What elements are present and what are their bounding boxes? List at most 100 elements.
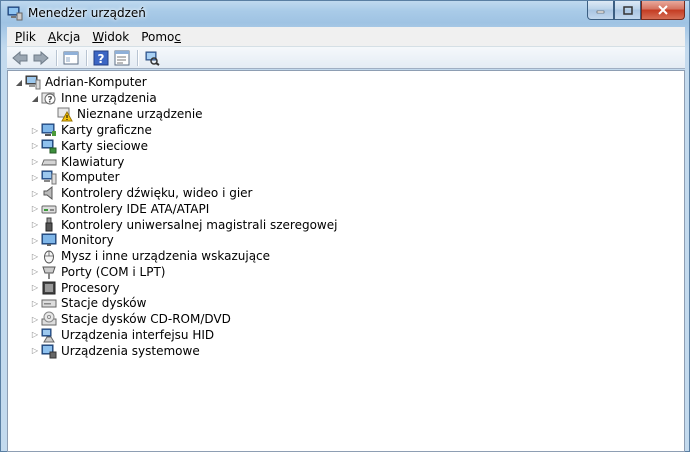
scan-hardware-button[interactable]	[142, 49, 162, 67]
tree-category-item[interactable]: ▷ Stacje dysków	[30, 295, 147, 311]
tree-category-label: Monitory	[61, 233, 114, 248]
title-bar[interactable]: Menedżer urządzeń	[1, 1, 689, 25]
processor-icon	[41, 280, 57, 296]
collapsed-arrow-icon[interactable]: ▷	[30, 185, 40, 201]
tree-category-label: Procesory	[61, 280, 120, 295]
scan-hardware-icon	[145, 51, 160, 66]
collapsed-arrow-icon[interactable]: ▷	[30, 327, 40, 343]
collapsed-arrow-icon[interactable]: ▷	[30, 295, 40, 311]
port-icon	[41, 264, 57, 280]
collapsed-arrow-icon[interactable]: ▷	[30, 311, 40, 327]
keyboard-icon	[41, 154, 57, 170]
svg-text:?: ?	[47, 96, 52, 106]
tree-category-item[interactable]: ▷ Kontrolery dźwięku, wideo i gier	[30, 185, 253, 201]
speaker-icon	[41, 185, 57, 201]
forward-button[interactable]	[31, 49, 51, 67]
tree-category-item[interactable]: ▷ Klawiatury	[30, 154, 125, 170]
device-manager-icon	[7, 5, 23, 21]
unknown-device-category-icon: ?	[41, 90, 57, 106]
tree-category-label: Stacje dysków CD-ROM/DVD	[61, 312, 231, 326]
monitor-icon	[41, 232, 57, 248]
tree-category-label: Kontrolery dźwięku, wideo i gier	[61, 186, 253, 200]
properties-icon	[114, 50, 130, 65]
back-button[interactable]	[10, 49, 30, 67]
expanded-arrow-icon[interactable]: ◢	[30, 90, 40, 106]
tree-category-label: Klawiatury	[61, 154, 125, 169]
menu-file[interactable]: Plik	[9, 30, 42, 44]
menu-action[interactable]: Akcja	[42, 30, 86, 44]
tree-item-unknown-device[interactable]: Nieznane urządzenie	[46, 106, 204, 122]
tree-category-label: Urządzenia systemowe	[61, 343, 200, 358]
tree-category-label: Karty graficzne	[61, 123, 152, 137]
menu-help[interactable]: Pomoc	[135, 30, 187, 44]
window-title: Menedżer urządzeń	[28, 6, 146, 20]
close-button[interactable]	[641, 1, 685, 20]
computer-icon	[41, 169, 57, 185]
tree-root[interactable]: ◢ Adrian-Komputer	[14, 74, 148, 90]
device-tree[interactable]: ◢ Adrian-Komputer ◢ ? Inne urządzenia Ni…	[7, 70, 685, 452]
collapsed-arrow-icon[interactable]: ▷	[30, 248, 40, 264]
tree-category-item[interactable]: ▷ Urządzenia interfejsu HID	[30, 327, 215, 343]
tree-category-item[interactable]: ▷ Karty sieciowe	[30, 138, 149, 154]
tree-category-item[interactable]: ▷ Urządzenia systemowe	[30, 343, 201, 359]
tree-category-item[interactable]: ▷ Mysz i inne urządzenia wskazujące	[30, 248, 271, 264]
network-adapter-icon	[41, 138, 57, 154]
hid-device-icon	[41, 327, 57, 343]
collapsed-arrow-icon[interactable]: ▷	[30, 169, 40, 185]
tree-item-label: Nieznane urządzenie	[77, 107, 203, 121]
collapsed-arrow-icon[interactable]: ▷	[30, 343, 40, 359]
tree-category-label: Kontrolery uniwersalnej magistrali szere…	[61, 217, 338, 232]
cdrom-drive-icon	[41, 311, 57, 327]
menu-bar: Plik Akcja Widok Pomoc	[7, 27, 685, 47]
help-icon: ?	[93, 50, 109, 66]
tree-category-item[interactable]: ▷ Porty (COM i LPT)	[30, 264, 166, 280]
tree-category-label: Kontrolery IDE ATA/ATAPI	[61, 201, 210, 216]
svg-text:?: ?	[98, 52, 105, 66]
tree-category-item[interactable]: ▷ Komputer	[30, 169, 121, 185]
tree-category-label: Urządzenia interfejsu HID	[61, 327, 215, 342]
toolbar-separator	[56, 49, 57, 66]
collapsed-arrow-icon[interactable]: ▷	[30, 201, 40, 217]
tree-root-label: Adrian-Komputer	[45, 75, 147, 89]
back-icon	[12, 50, 28, 65]
tree-category-label: Komputer	[61, 170, 120, 185]
collapsed-arrow-icon[interactable]: ▷	[30, 280, 40, 296]
tree-category-label: Porty (COM i LPT)	[61, 264, 166, 279]
collapsed-arrow-icon[interactable]: ▷	[30, 232, 40, 248]
collapsed-arrow-icon[interactable]: ▷	[30, 122, 40, 138]
console-tree-button[interactable]	[61, 49, 81, 67]
usb-controller-icon	[41, 217, 57, 233]
display-adapter-icon	[41, 122, 57, 138]
menu-view[interactable]: Widok	[86, 30, 135, 44]
console-tree-icon	[63, 51, 79, 64]
toolbar-separator	[137, 49, 138, 66]
tree-category-item[interactable]: ▷ Karty graficzne	[30, 122, 153, 138]
help-button[interactable]: ?	[91, 49, 111, 67]
forward-icon	[33, 50, 49, 65]
warning-device-icon	[57, 106, 73, 122]
tree-item-other-devices[interactable]: ◢ ? Inne urządzenia	[30, 90, 158, 106]
tree-category-label: Mysz i inne urządzenia wskazujące	[61, 249, 271, 263]
collapsed-arrow-icon[interactable]: ▷	[30, 138, 40, 154]
tree-category-label: Stacje dysków	[61, 296, 147, 311]
computer-icon	[25, 74, 41, 90]
toolbar-separator	[86, 49, 87, 66]
disk-drive-icon	[41, 295, 57, 311]
tree-category-item[interactable]: ▷ Procesory	[30, 280, 121, 296]
tree-category-item[interactable]: ▷ Monitory	[30, 232, 115, 248]
toolbar: ?	[7, 47, 685, 69]
collapsed-arrow-icon[interactable]: ▷	[30, 154, 40, 170]
tree-category-item[interactable]: ▷ Kontrolery uniwersalnej magistrali szer…	[30, 217, 338, 233]
maximize-button[interactable]	[614, 1, 641, 20]
collapsed-arrow-icon[interactable]: ▷	[30, 264, 40, 280]
system-device-icon	[41, 343, 57, 359]
mouse-icon	[41, 248, 57, 264]
tree-category-label: Karty sieciowe	[61, 138, 149, 153]
expanded-arrow-icon[interactable]: ◢	[14, 74, 24, 90]
collapsed-arrow-icon[interactable]: ▷	[30, 217, 40, 233]
properties-button[interactable]	[112, 49, 132, 67]
tree-item-label: Inne urządzenia	[61, 91, 157, 105]
tree-category-item[interactable]: ▷ Kontrolery IDE ATA/ATAPI	[30, 201, 210, 217]
minimize-button[interactable]	[587, 1, 614, 20]
tree-category-item[interactable]: ▷ Stacje dysków CD-ROM/DVD	[30, 311, 232, 327]
